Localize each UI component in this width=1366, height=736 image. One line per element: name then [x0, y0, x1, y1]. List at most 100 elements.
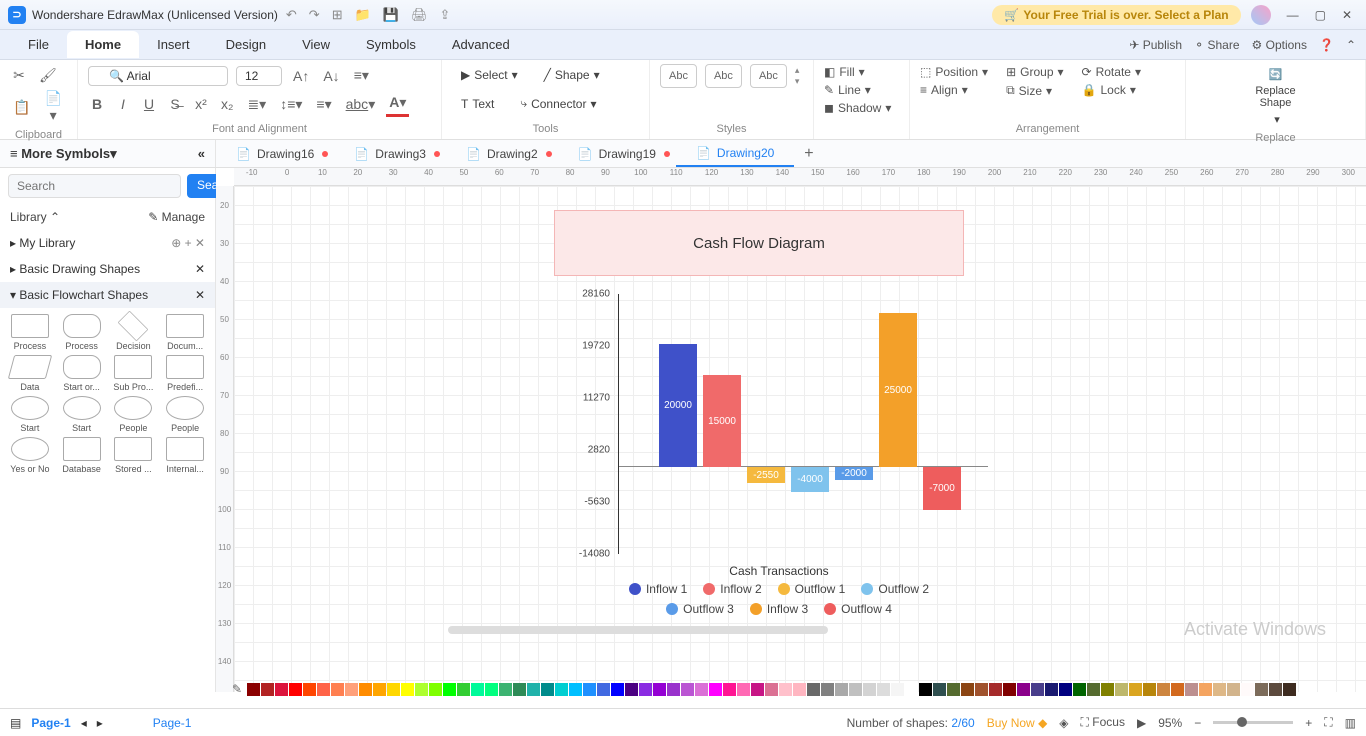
- format-painter-icon[interactable]: 🖌: [36, 64, 60, 87]
- align-text-icon[interactable]: ≡▾: [351, 64, 372, 87]
- palette-color[interactable]: [1241, 683, 1254, 696]
- palette-color[interactable]: [1157, 683, 1170, 696]
- align-button[interactable]: ≡ Align▾: [920, 82, 988, 98]
- search-input[interactable]: [8, 174, 181, 198]
- collapse-sidebar-icon[interactable]: «: [198, 146, 205, 161]
- shape-item[interactable]: Start: [58, 396, 106, 433]
- cut-icon[interactable]: ✂: [10, 64, 28, 87]
- palette-color[interactable]: [401, 683, 414, 696]
- palette-color[interactable]: [261, 683, 274, 696]
- page-next-icon[interactable]: ▸: [97, 716, 103, 730]
- palette-color[interactable]: [443, 683, 456, 696]
- palette-color[interactable]: [415, 683, 428, 696]
- shape-tool[interactable]: ╱ Shape ▾: [535, 64, 609, 86]
- menu-design[interactable]: Design: [208, 31, 284, 58]
- palette-color[interactable]: [555, 683, 568, 696]
- undo-icon[interactable]: ↶: [286, 7, 297, 23]
- justify-icon[interactable]: ≡▾: [313, 93, 334, 116]
- palette-color[interactable]: [373, 683, 386, 696]
- palette-color[interactable]: [849, 683, 862, 696]
- palette-color[interactable]: [289, 683, 302, 696]
- style-preset-2[interactable]: Abc: [705, 64, 742, 88]
- menu-symbols[interactable]: Symbols: [348, 31, 434, 58]
- palette-color[interactable]: [1087, 683, 1100, 696]
- connector-tool[interactable]: ⤷ Connector ▾: [511, 92, 605, 115]
- palette-color[interactable]: [835, 683, 848, 696]
- eyedropper-icon[interactable]: ✎: [232, 682, 242, 696]
- shape-item[interactable]: Start or...: [58, 355, 106, 392]
- line-button[interactable]: ✎ Line▾: [824, 82, 899, 98]
- palette-color[interactable]: [429, 683, 442, 696]
- palette-color[interactable]: [513, 683, 526, 696]
- palette-color[interactable]: [807, 683, 820, 696]
- palette-color[interactable]: [667, 683, 680, 696]
- export-icon[interactable]: ⇪: [440, 7, 451, 23]
- palette-color[interactable]: [1227, 683, 1240, 696]
- palette-color[interactable]: [583, 683, 596, 696]
- palette-color[interactable]: [919, 683, 932, 696]
- palette-color[interactable]: [779, 683, 792, 696]
- palette-color[interactable]: [569, 683, 582, 696]
- add-tab-button[interactable]: +: [794, 145, 823, 163]
- save-icon[interactable]: 💾: [383, 7, 399, 23]
- canvas[interactable]: Cash Flow Diagram 2816019720112702820-56…: [234, 186, 1366, 692]
- print-icon[interactable]: 🖨: [411, 7, 428, 23]
- new-icon[interactable]: ⊞: [332, 7, 343, 23]
- shape-item[interactable]: Yes or No: [6, 437, 54, 474]
- shape-item[interactable]: Docum...: [161, 314, 209, 351]
- shape-item[interactable]: Process: [58, 314, 106, 351]
- doc-tab[interactable]: 📄 Drawing16: [216, 140, 334, 167]
- fill-button[interactable]: ◧ Fill▾: [824, 64, 899, 80]
- palette-color[interactable]: [1283, 683, 1296, 696]
- page-prev-icon[interactable]: ◂: [81, 716, 87, 730]
- manage-button[interactable]: ✎ Manage: [148, 210, 205, 224]
- style-up-icon[interactable]: ▴: [795, 65, 800, 76]
- lock-button[interactable]: 🔒 Lock▾: [1082, 82, 1141, 98]
- shape-item[interactable]: People: [161, 396, 209, 433]
- doc-tab[interactable]: 📄 Drawing2: [446, 140, 558, 167]
- layers-icon[interactable]: ◈: [1059, 716, 1068, 730]
- palette-color[interactable]: [499, 683, 512, 696]
- palette-color[interactable]: [1213, 683, 1226, 696]
- doc-tab[interactable]: 📄 Drawing19: [558, 140, 676, 167]
- font-color-icon[interactable]: A▾: [386, 91, 409, 117]
- italic-icon[interactable]: I: [114, 93, 132, 115]
- palette-color[interactable]: [1185, 683, 1198, 696]
- palette-color[interactable]: [359, 683, 372, 696]
- select-tool[interactable]: ▶ Select ▾: [452, 64, 527, 86]
- palette-color[interactable]: [247, 683, 260, 696]
- text-case-icon[interactable]: abc▾: [343, 93, 379, 116]
- shape-item[interactable]: Internal...: [161, 437, 209, 474]
- palette-color[interactable]: [709, 683, 722, 696]
- bullets-icon[interactable]: ≣▾: [244, 93, 269, 116]
- text-tool[interactable]: T Text: [452, 93, 503, 115]
- share-button[interactable]: ⚬ Share: [1194, 38, 1239, 52]
- palette-color[interactable]: [541, 683, 554, 696]
- palette-color[interactable]: [471, 683, 484, 696]
- menu-insert[interactable]: Insert: [139, 31, 208, 58]
- style-down-icon[interactable]: ▾: [795, 76, 800, 87]
- shape-item[interactable]: Stored ...: [110, 437, 158, 474]
- palette-color[interactable]: [947, 683, 960, 696]
- paste-icon[interactable]: 📄▾: [39, 87, 67, 127]
- palette-color[interactable]: [527, 683, 540, 696]
- palette-color[interactable]: [737, 683, 750, 696]
- palette-color[interactable]: [1199, 683, 1212, 696]
- menu-home[interactable]: Home: [67, 31, 139, 58]
- zoom-slider[interactable]: [1213, 721, 1293, 724]
- palette-color[interactable]: [1045, 683, 1058, 696]
- palette-color[interactable]: [653, 683, 666, 696]
- menu-file[interactable]: File: [10, 31, 67, 58]
- palette-color[interactable]: [1255, 683, 1268, 696]
- zoom-out-icon[interactable]: −: [1194, 716, 1201, 730]
- font-family-select[interactable]: 🔍 Arial: [88, 66, 228, 86]
- my-library-section[interactable]: ▸ My Library ⊕ + ✕: [0, 230, 215, 256]
- strike-icon[interactable]: S̶: [166, 93, 184, 115]
- palette-color[interactable]: [1115, 683, 1128, 696]
- palette-color[interactable]: [457, 683, 470, 696]
- horizontal-scroll-thumb[interactable]: [448, 626, 828, 634]
- palette-color[interactable]: [989, 683, 1002, 696]
- options-button[interactable]: ⚙ Options: [1252, 38, 1307, 52]
- superscript-icon[interactable]: x²: [192, 93, 210, 115]
- shrink-font-icon[interactable]: A↓: [320, 65, 342, 87]
